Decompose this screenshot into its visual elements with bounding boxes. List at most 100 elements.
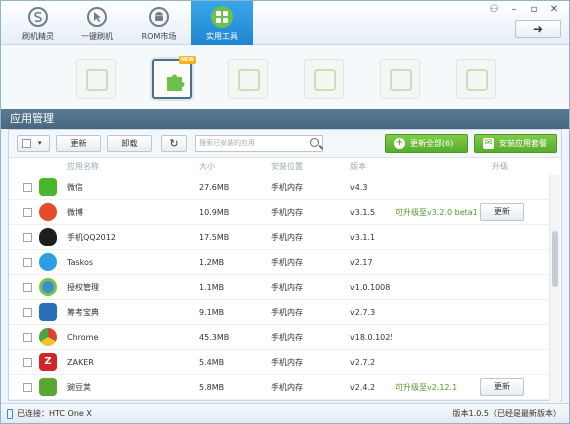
app-size: 5.8MB xyxy=(199,383,225,392)
table-row[interactable]: 手机QQ2012 17.5MB 手机内存 v3.1.1 xyxy=(9,225,549,250)
column-size: 大小 xyxy=(199,162,215,171)
package-icon: ✉ xyxy=(483,138,494,149)
new-badge: NEW xyxy=(178,56,196,64)
taskos-check-icon xyxy=(39,253,57,271)
shopping-bag-icon xyxy=(86,69,108,91)
app-version: v3.1.1 xyxy=(350,233,376,242)
app-version: v4.3 xyxy=(350,183,368,192)
scrollbar[interactable] xyxy=(549,175,560,401)
app-name: Taskos xyxy=(67,258,94,267)
row-checkbox[interactable] xyxy=(23,383,32,392)
app-name: Chrome xyxy=(67,333,99,342)
row-checkbox[interactable] xyxy=(23,183,32,192)
install-package-button[interactable]: ✉ 安装应用套餐 xyxy=(474,134,557,153)
nav-rom-market[interactable]: ROM市场 xyxy=(128,1,190,45)
select-all-dropdown[interactable]: ▾ xyxy=(17,135,50,152)
row-update-button[interactable]: 更新 xyxy=(480,378,524,396)
app-size: 1.1MB xyxy=(199,283,225,292)
app-location: 手机内存 xyxy=(271,208,303,217)
row-checkbox[interactable] xyxy=(23,283,32,292)
status-bar: 已连接：HTC One X 版本1.0.5（已经是最新版本） xyxy=(1,403,569,423)
refresh-icon xyxy=(466,69,488,91)
document-icon xyxy=(238,69,260,91)
app-list: 微信 27.6MB 手机内存 v4.3 微博 10.9MB 手机内存 v3.1.… xyxy=(9,175,549,401)
reload-icon[interactable]: ↻ xyxy=(161,135,187,152)
app-location: 手机内存 xyxy=(271,183,303,192)
search-input[interactable]: 搜索已安装的应用 xyxy=(195,135,323,152)
column-location: 安装位置 xyxy=(271,162,303,171)
tool-settings[interactable] xyxy=(380,59,420,99)
nav-one-click-flash[interactable]: 一键刷机 xyxy=(66,1,128,45)
app-size: 9.1MB xyxy=(199,308,225,317)
nav-shuajijingling[interactable]: 刷机精灵 xyxy=(7,1,69,45)
refresh-button[interactable]: 更新 xyxy=(56,135,101,152)
app-name: 豌豆荚 xyxy=(67,383,91,392)
app-size: 1.2MB xyxy=(199,258,225,267)
tool-documents[interactable] xyxy=(228,59,268,99)
nav-utilities[interactable]: 实用工具 xyxy=(191,1,253,45)
tool-app-manager[interactable]: NEW xyxy=(152,56,196,99)
row-checkbox[interactable] xyxy=(23,333,32,342)
table-header: 应用名称 大小 安装位置 版本 升级 xyxy=(9,159,561,175)
plus-circle-icon: + xyxy=(394,138,405,149)
app-name: 手机QQ2012 xyxy=(67,233,116,242)
app-size: 5.4MB xyxy=(199,358,225,367)
table-row[interactable]: 筹考宝典 9.1MB 手机内存 v2.7.3 xyxy=(9,300,549,325)
app-size: 10.9MB xyxy=(199,208,230,217)
uninstall-button[interactable]: 卸载 xyxy=(107,135,152,152)
wandoujia-icon xyxy=(39,378,57,396)
table-row[interactable]: 微博 10.9MB 手机内存 v3.1.5 可升级至v3.2.0 beta1 更… xyxy=(9,200,549,225)
app-location: 手机内存 xyxy=(271,333,303,342)
table-row[interactable]: 微信 27.6MB 手机内存 v4.3 xyxy=(9,175,549,200)
install-package-label: 安装应用套餐 xyxy=(499,139,547,148)
app-location: 手机内存 xyxy=(271,258,303,267)
feedback-icon[interactable]: ⚇ xyxy=(486,3,502,17)
row-checkbox[interactable] xyxy=(23,233,32,242)
export-icon xyxy=(314,69,336,91)
update-all-label: 更新全部(6) xyxy=(410,139,454,148)
tool-export[interactable] xyxy=(304,59,344,99)
app-location: 手机内存 xyxy=(271,358,303,367)
nav-label: 一键刷机 xyxy=(81,32,113,41)
connection-status: 已连接：HTC One X xyxy=(17,409,92,418)
row-checkbox[interactable] xyxy=(23,358,32,367)
tool-restore[interactable] xyxy=(456,59,496,99)
app-version: v18.0.10254 xyxy=(350,333,392,342)
app-version: v2.7.3 xyxy=(350,308,376,317)
close-button[interactable]: ✕ xyxy=(546,3,562,17)
table-row[interactable]: 授权管理 1.1MB 手机内存 v1.0.1008 xyxy=(9,275,549,300)
settings-icon xyxy=(390,69,412,91)
column-version: 版本 xyxy=(350,162,366,171)
scrollbar-thumb[interactable] xyxy=(552,231,558,287)
section-title: 应用管理 xyxy=(1,109,569,129)
cursor-icon xyxy=(87,7,107,27)
phone-icon xyxy=(7,409,13,419)
column-upgrade: 升级 xyxy=(492,162,508,171)
table-row[interactable]: 豌豆荚 5.8MB 手机内存 v2.4.2 可升级至v2.12.1 更新 xyxy=(9,375,549,400)
app-name: 微博 xyxy=(67,208,83,217)
update-all-button[interactable]: + 更新全部(6) xyxy=(385,134,468,153)
row-update-button[interactable]: 更新 xyxy=(480,203,524,221)
chrome-icon xyxy=(39,328,57,346)
table-row[interactable]: Z ZAKER 5.4MB 手机内存 v2.7.2 xyxy=(9,350,549,375)
maximize-button[interactable]: ▫ xyxy=(526,3,542,17)
wechat-icon xyxy=(39,178,57,196)
row-checkbox[interactable] xyxy=(23,308,32,317)
table-row[interactable]: Taskos 1.2MB 手机内存 v2.17 xyxy=(9,250,549,275)
row-checkbox[interactable] xyxy=(23,208,32,217)
checkbox-icon xyxy=(22,139,31,148)
qq-penguin-icon xyxy=(39,228,57,246)
app-version: v2.4.2 xyxy=(350,383,376,392)
minimize-button[interactable]: – xyxy=(506,3,522,17)
android-icon xyxy=(149,7,169,27)
app-size: 45.3MB xyxy=(199,333,230,342)
arrow-right-icon: ➜ xyxy=(532,22,544,36)
update-arrow-button[interactable]: ➜ xyxy=(515,20,561,38)
search-icon[interactable] xyxy=(310,138,319,147)
table-row[interactable]: Chrome 45.3MB 手机内存 v18.0.10254 xyxy=(9,325,549,350)
tool-app-store[interactable] xyxy=(76,59,116,99)
row-checkbox[interactable] xyxy=(23,258,32,267)
app-version: v2.17 xyxy=(350,258,373,267)
app-version: v3.1.5 xyxy=(350,208,376,217)
version-status: 版本1.0.5（已经是最新版本） xyxy=(452,409,561,418)
